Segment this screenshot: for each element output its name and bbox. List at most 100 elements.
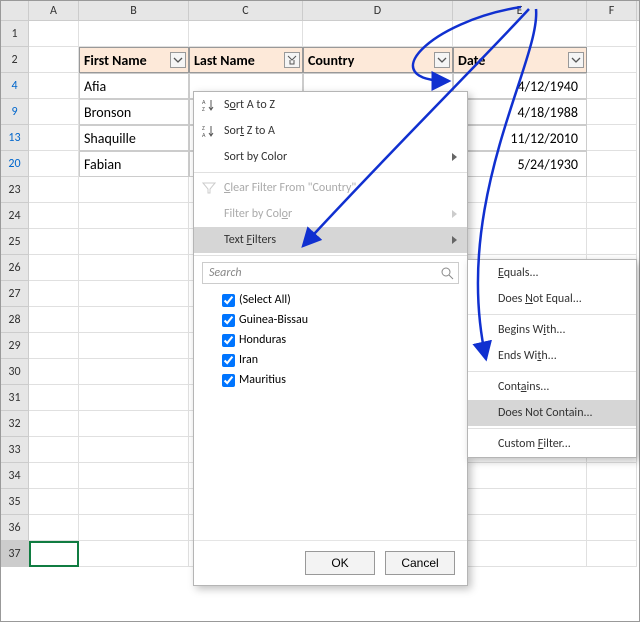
submenu-not-contain[interactable]: Does Not Contain...: [468, 400, 636, 426]
col-B[interactable]: B: [79, 1, 189, 20]
cell[interactable]: [453, 541, 587, 567]
cell[interactable]: [29, 229, 79, 255]
cell[interactable]: [453, 463, 587, 489]
row-head-1[interactable]: 1: [1, 21, 29, 47]
cell[interactable]: [79, 437, 189, 463]
cell[interactable]: [79, 281, 189, 307]
cell[interactable]: [587, 151, 637, 177]
cell[interactable]: [29, 515, 79, 541]
row-head-4[interactable]: 4: [1, 73, 29, 99]
row-head-32[interactable]: 32: [1, 411, 29, 437]
header-date[interactable]: Date: [453, 47, 587, 73]
submenu-contains[interactable]: Contains...: [468, 374, 636, 400]
cell[interactable]: [79, 255, 189, 281]
cell-date[interactable]: 4/18/1988: [453, 99, 587, 125]
ok-button[interactable]: OK: [305, 551, 375, 575]
col-C[interactable]: C: [189, 1, 303, 20]
cell[interactable]: [189, 21, 303, 47]
select-all-corner[interactable]: [1, 1, 29, 20]
cell[interactable]: [587, 515, 637, 541]
cell-first[interactable]: Shaquille: [79, 125, 189, 151]
cell-first[interactable]: Fabian: [79, 151, 189, 177]
cell[interactable]: [79, 463, 189, 489]
row-head-9[interactable]: 9: [1, 99, 29, 125]
row-head-2[interactable]: 2: [1, 47, 29, 73]
cell[interactable]: [587, 125, 637, 151]
header-country[interactable]: Country: [303, 47, 453, 73]
row-head-31[interactable]: 31: [1, 385, 29, 411]
checkbox[interactable]: [222, 314, 235, 327]
cell[interactable]: [587, 99, 637, 125]
row-head-28[interactable]: 28: [1, 307, 29, 333]
cell[interactable]: [79, 333, 189, 359]
col-D[interactable]: D: [303, 1, 453, 20]
cell[interactable]: [453, 229, 587, 255]
cell-date[interactable]: 5/24/1930: [453, 151, 587, 177]
cell[interactable]: [303, 21, 453, 47]
cell-date[interactable]: 11/12/2010: [453, 125, 587, 151]
cell[interactable]: [587, 463, 637, 489]
check-select-all[interactable]: (Select All): [222, 290, 459, 310]
row-head-25[interactable]: 25: [1, 229, 29, 255]
cell[interactable]: [79, 489, 189, 515]
cell[interactable]: [29, 203, 79, 229]
cell[interactable]: [79, 177, 189, 203]
search-input[interactable]: Search: [202, 262, 459, 284]
cell[interactable]: [29, 437, 79, 463]
check-item[interactable]: Guinea-Bissau: [222, 310, 459, 330]
cell[interactable]: [29, 73, 79, 99]
active-cell[interactable]: [29, 541, 79, 567]
cell[interactable]: [29, 47, 79, 73]
row-head-33[interactable]: 33: [1, 437, 29, 463]
row-head-35[interactable]: 35: [1, 489, 29, 515]
row-head-37[interactable]: 37: [1, 541, 29, 567]
cell[interactable]: [79, 385, 189, 411]
row-head-34[interactable]: 34: [1, 463, 29, 489]
menu-text-filters[interactable]: Text Filters: [194, 227, 467, 253]
cell-date[interactable]: 4/12/1940: [453, 73, 587, 99]
col-E[interactable]: E: [453, 1, 587, 20]
cell-first[interactable]: Afia: [79, 73, 189, 99]
cell[interactable]: [79, 411, 189, 437]
cell[interactable]: [587, 21, 637, 47]
cell[interactable]: [29, 463, 79, 489]
checkbox[interactable]: [222, 294, 235, 307]
check-item[interactable]: Iran: [222, 350, 459, 370]
cell[interactable]: [453, 489, 587, 515]
cell[interactable]: [79, 359, 189, 385]
cell[interactable]: [453, 21, 587, 47]
row-head-29[interactable]: 29: [1, 333, 29, 359]
checkbox[interactable]: [222, 334, 235, 347]
row-head-26[interactable]: 26: [1, 255, 29, 281]
cell[interactable]: [453, 203, 587, 229]
cell[interactable]: [453, 177, 587, 203]
cell[interactable]: [587, 177, 637, 203]
cell[interactable]: [587, 541, 637, 567]
row-head-36[interactable]: 36: [1, 515, 29, 541]
cell[interactable]: [29, 411, 79, 437]
cell[interactable]: [29, 151, 79, 177]
cell[interactable]: [453, 515, 587, 541]
check-item[interactable]: Honduras: [222, 330, 459, 350]
submenu-ends[interactable]: Ends With...: [468, 343, 636, 369]
filter-button-date[interactable]: [568, 52, 584, 68]
filter-button-last[interactable]: [284, 52, 300, 68]
cell[interactable]: [587, 47, 637, 73]
row-head-27[interactable]: 27: [1, 281, 29, 307]
filter-button-first[interactable]: [170, 52, 186, 68]
row-head-24[interactable]: 24: [1, 203, 29, 229]
cell[interactable]: [29, 125, 79, 151]
col-F[interactable]: F: [587, 1, 637, 20]
cell[interactable]: [29, 21, 79, 47]
submenu-not-equal[interactable]: Does Not Equal...: [468, 286, 636, 312]
row-head-30[interactable]: 30: [1, 359, 29, 385]
submenu-equals[interactable]: Equals...: [468, 260, 636, 286]
row-head-20[interactable]: 20: [1, 151, 29, 177]
cell[interactable]: [29, 333, 79, 359]
cell[interactable]: [587, 489, 637, 515]
header-last-name[interactable]: Last Name: [189, 47, 303, 73]
cell[interactable]: [79, 307, 189, 333]
cell[interactable]: [79, 541, 189, 567]
filter-button-country[interactable]: [434, 52, 450, 68]
menu-sort-color[interactable]: Sort by Color: [194, 144, 467, 170]
